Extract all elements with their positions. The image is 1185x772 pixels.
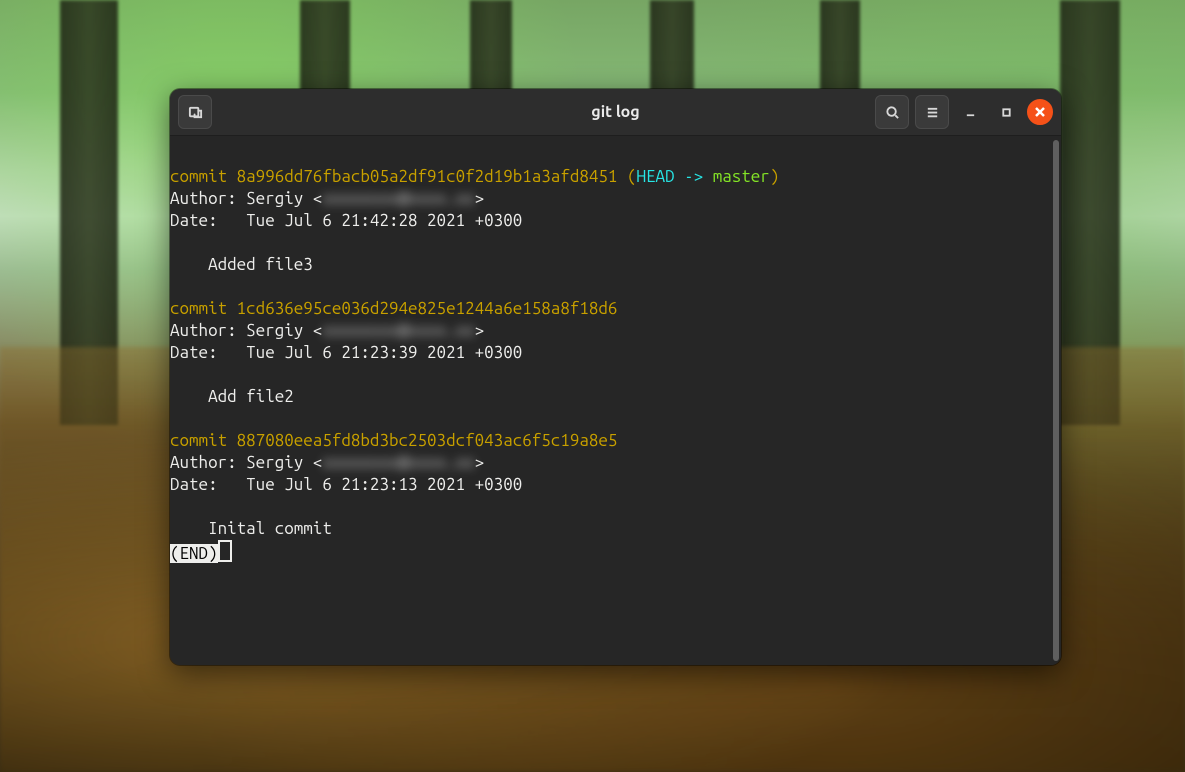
terminal-output: commit 8a996dd76fbacb05a2df91c0f2d19b1a3… [170,136,1053,657]
close-icon [1035,107,1045,117]
scrollbar[interactable] [1053,140,1059,661]
scrollbar-thumb[interactable] [1053,140,1059,661]
desktop-background: git log [0,0,1185,772]
search-icon [885,105,900,120]
hamburger-icon [925,105,940,120]
minimize-button[interactable] [955,95,985,129]
new-tab-icon [188,105,203,120]
terminal-window: git log [170,89,1061,665]
new-tab-button[interactable] [178,95,212,129]
window-title: git log [591,103,639,121]
maximize-button[interactable] [991,95,1021,129]
close-button[interactable] [1027,99,1053,125]
terminal-body[interactable]: commit 8a996dd76fbacb05a2df91c0f2d19b1a3… [170,136,1061,665]
menu-button[interactable] [915,95,949,129]
search-button[interactable] [875,95,909,129]
minimize-icon [965,107,976,118]
titlebar[interactable]: git log [170,89,1061,136]
maximize-icon [1001,107,1012,118]
